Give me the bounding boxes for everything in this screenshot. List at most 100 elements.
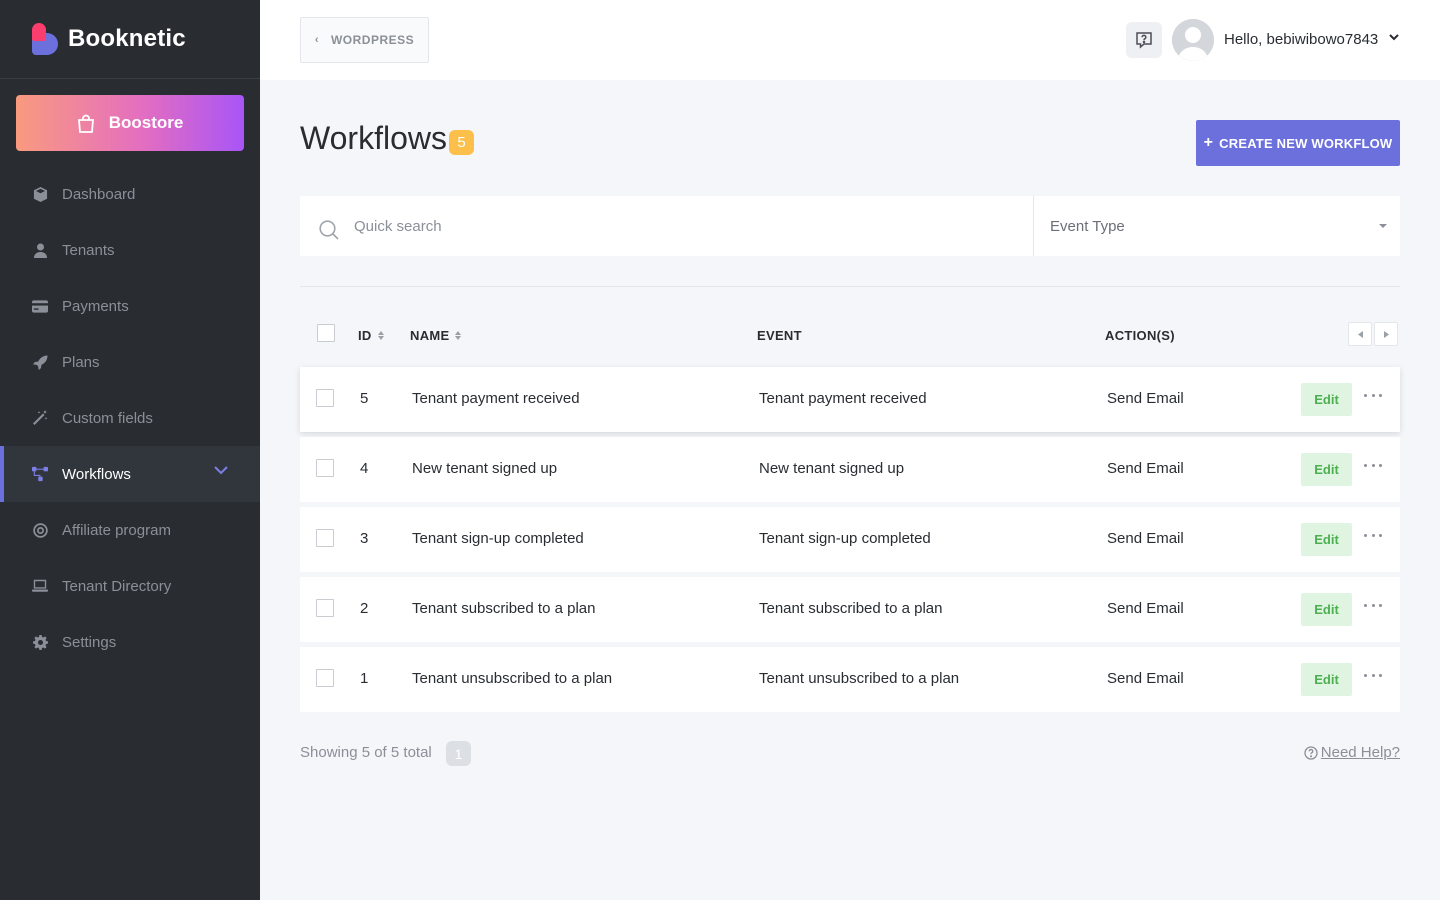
question-circle-icon (1304, 745, 1318, 760)
table-row[interactable]: 1 Tenant unsubscribed to a plan Tenant u… (300, 647, 1400, 712)
sidebar-item-label: Settings (62, 633, 117, 651)
sidebar-item-workflows[interactable]: Workflows (0, 446, 260, 502)
need-help-label: Need Help? (1320, 744, 1400, 761)
create-new-workflow-button[interactable]: + CREATE NEW WORKFLOW (1196, 120, 1400, 166)
sort-icon (455, 331, 462, 340)
select-all-checkbox[interactable] (317, 324, 335, 342)
sidebar-item-tenants[interactable]: Tenants (0, 222, 260, 278)
booknetic-logo-icon (32, 23, 58, 55)
boostore-button[interactable]: Boostore (16, 95, 244, 151)
table-row[interactable]: 5 Tenant payment received Tenant payment… (300, 367, 1400, 432)
sidebar-item-tenant-directory[interactable]: Tenant Directory (0, 558, 260, 614)
caret-down-icon (1379, 224, 1387, 228)
cube-icon (32, 186, 48, 202)
workflow-icon (32, 466, 48, 482)
row-name: Tenant unsubscribed to a plan (412, 670, 613, 687)
credit-card-icon (32, 298, 48, 314)
caret-left-icon (1357, 330, 1363, 338)
brand[interactable]: Booknetic (0, 0, 260, 79)
edit-button[interactable]: Edit (1301, 383, 1352, 416)
pagination-page-button[interactable]: 1 (446, 741, 471, 766)
sidebar-item-label: Payments (62, 297, 129, 315)
row-action: Send Email (1107, 530, 1184, 547)
chevron-down-icon[interactable] (214, 466, 228, 475)
sidebar-item-label: Workflows (62, 465, 131, 483)
support-chat-button[interactable] (1126, 22, 1162, 58)
column-header-label: NAME (410, 328, 450, 343)
row-checkbox[interactable] (316, 389, 334, 407)
column-header-name[interactable]: NAME (410, 328, 462, 343)
table-row[interactable]: 4 New tenant signed up New tenant signed… (300, 437, 1400, 502)
filter-bar: Event Type (300, 196, 1400, 256)
row-checkbox[interactable] (316, 529, 334, 547)
sidebar-item-dashboard[interactable]: Dashboard (0, 166, 260, 222)
target-icon (32, 522, 48, 538)
row-checkbox[interactable] (316, 669, 334, 687)
row-event: New tenant signed up (759, 460, 905, 477)
edit-button[interactable]: Edit (1301, 593, 1352, 626)
row-event: Tenant unsubscribed to a plan (759, 670, 960, 687)
row-checkbox[interactable] (316, 459, 334, 477)
sidebar-item-custom-fields[interactable]: Custom fields (0, 390, 260, 446)
sidebar: Booknetic Boostore Dashboard Tenants Pay… (0, 0, 260, 900)
table-row[interactable]: 3 Tenant sign-up completed Tenant sign-u… (300, 507, 1400, 572)
search-icon (319, 220, 339, 240)
scroll-right-button[interactable] (1374, 322, 1398, 346)
back-label: WORDPRESS (330, 33, 415, 47)
need-help-link[interactable]: Need Help? (1304, 744, 1400, 761)
sidebar-item-label: Tenants (62, 241, 115, 259)
more-options-icon[interactable] (1364, 600, 1382, 610)
page-title: Workflows (300, 120, 447, 156)
shopping-bag-icon (77, 114, 94, 133)
sidebar-item-settings[interactable]: Settings (0, 614, 260, 670)
user-greeting[interactable]: Hello, bebiwibowo7843 (1224, 31, 1378, 48)
laptop-icon (32, 578, 48, 594)
scroll-left-button[interactable] (1348, 322, 1372, 346)
more-options-icon[interactable] (1364, 530, 1382, 540)
create-label: CREATE NEW WORKFLOW (1219, 135, 1393, 151)
table-row[interactable]: 2 Tenant subscribed to a plan Tenant sub… (300, 577, 1400, 642)
column-header-label: ID (358, 328, 372, 343)
row-event: Tenant sign-up completed (759, 530, 931, 547)
sidebar-item-label: Custom fields (62, 409, 153, 427)
edit-button[interactable]: Edit (1301, 523, 1352, 556)
row-event: Tenant payment received (759, 390, 927, 407)
row-checkbox[interactable] (316, 599, 334, 617)
chevron-down-icon[interactable] (1389, 34, 1399, 41)
back-to-wordpress-button[interactable]: ‹ WORDPRESS (300, 17, 429, 63)
sidebar-item-label: Dashboard (62, 185, 136, 203)
avatar[interactable] (1172, 19, 1214, 61)
column-header-actions: ACTION(S) (1105, 328, 1175, 343)
more-options-icon[interactable] (1364, 670, 1382, 680)
event-type-select[interactable]: Event Type (1033, 196, 1400, 256)
more-options-icon[interactable] (1364, 390, 1382, 400)
column-header-event: EVENT (757, 328, 802, 343)
sidebar-item-label: Affiliate program (62, 521, 171, 539)
gear-icon (32, 634, 48, 650)
column-header-label: EVENT (757, 328, 802, 343)
search-input[interactable] (354, 196, 1024, 256)
user-avatar-icon (1172, 19, 1214, 61)
row-id: 1 (360, 670, 369, 687)
row-event: Tenant subscribed to a plan (759, 600, 943, 617)
column-header-label: ACTION(S) (1105, 328, 1175, 343)
rocket-icon (32, 354, 48, 370)
row-name: Tenant subscribed to a plan (412, 600, 596, 617)
sidebar-item-plans[interactable]: Plans (0, 334, 260, 390)
row-id: 5 (360, 390, 369, 407)
edit-button[interactable]: Edit (1301, 663, 1352, 696)
sidebar-item-payments[interactable]: Payments (0, 278, 260, 334)
sort-icon (377, 331, 385, 340)
row-action: Send Email (1107, 390, 1184, 407)
question-bubble-icon (1136, 32, 1152, 49)
chevron-left-icon: ‹ (314, 34, 319, 46)
edit-button[interactable]: Edit (1301, 453, 1352, 486)
sidebar-item-affiliate-program[interactable]: Affiliate program (0, 502, 260, 558)
event-type-label: Event Type (1050, 217, 1125, 235)
magic-wand-icon (32, 410, 48, 426)
row-id: 3 (360, 530, 369, 547)
user-icon (32, 242, 48, 258)
column-header-id[interactable]: ID (358, 328, 385, 343)
row-name: Tenant sign-up completed (412, 530, 584, 547)
more-options-icon[interactable] (1364, 460, 1382, 470)
